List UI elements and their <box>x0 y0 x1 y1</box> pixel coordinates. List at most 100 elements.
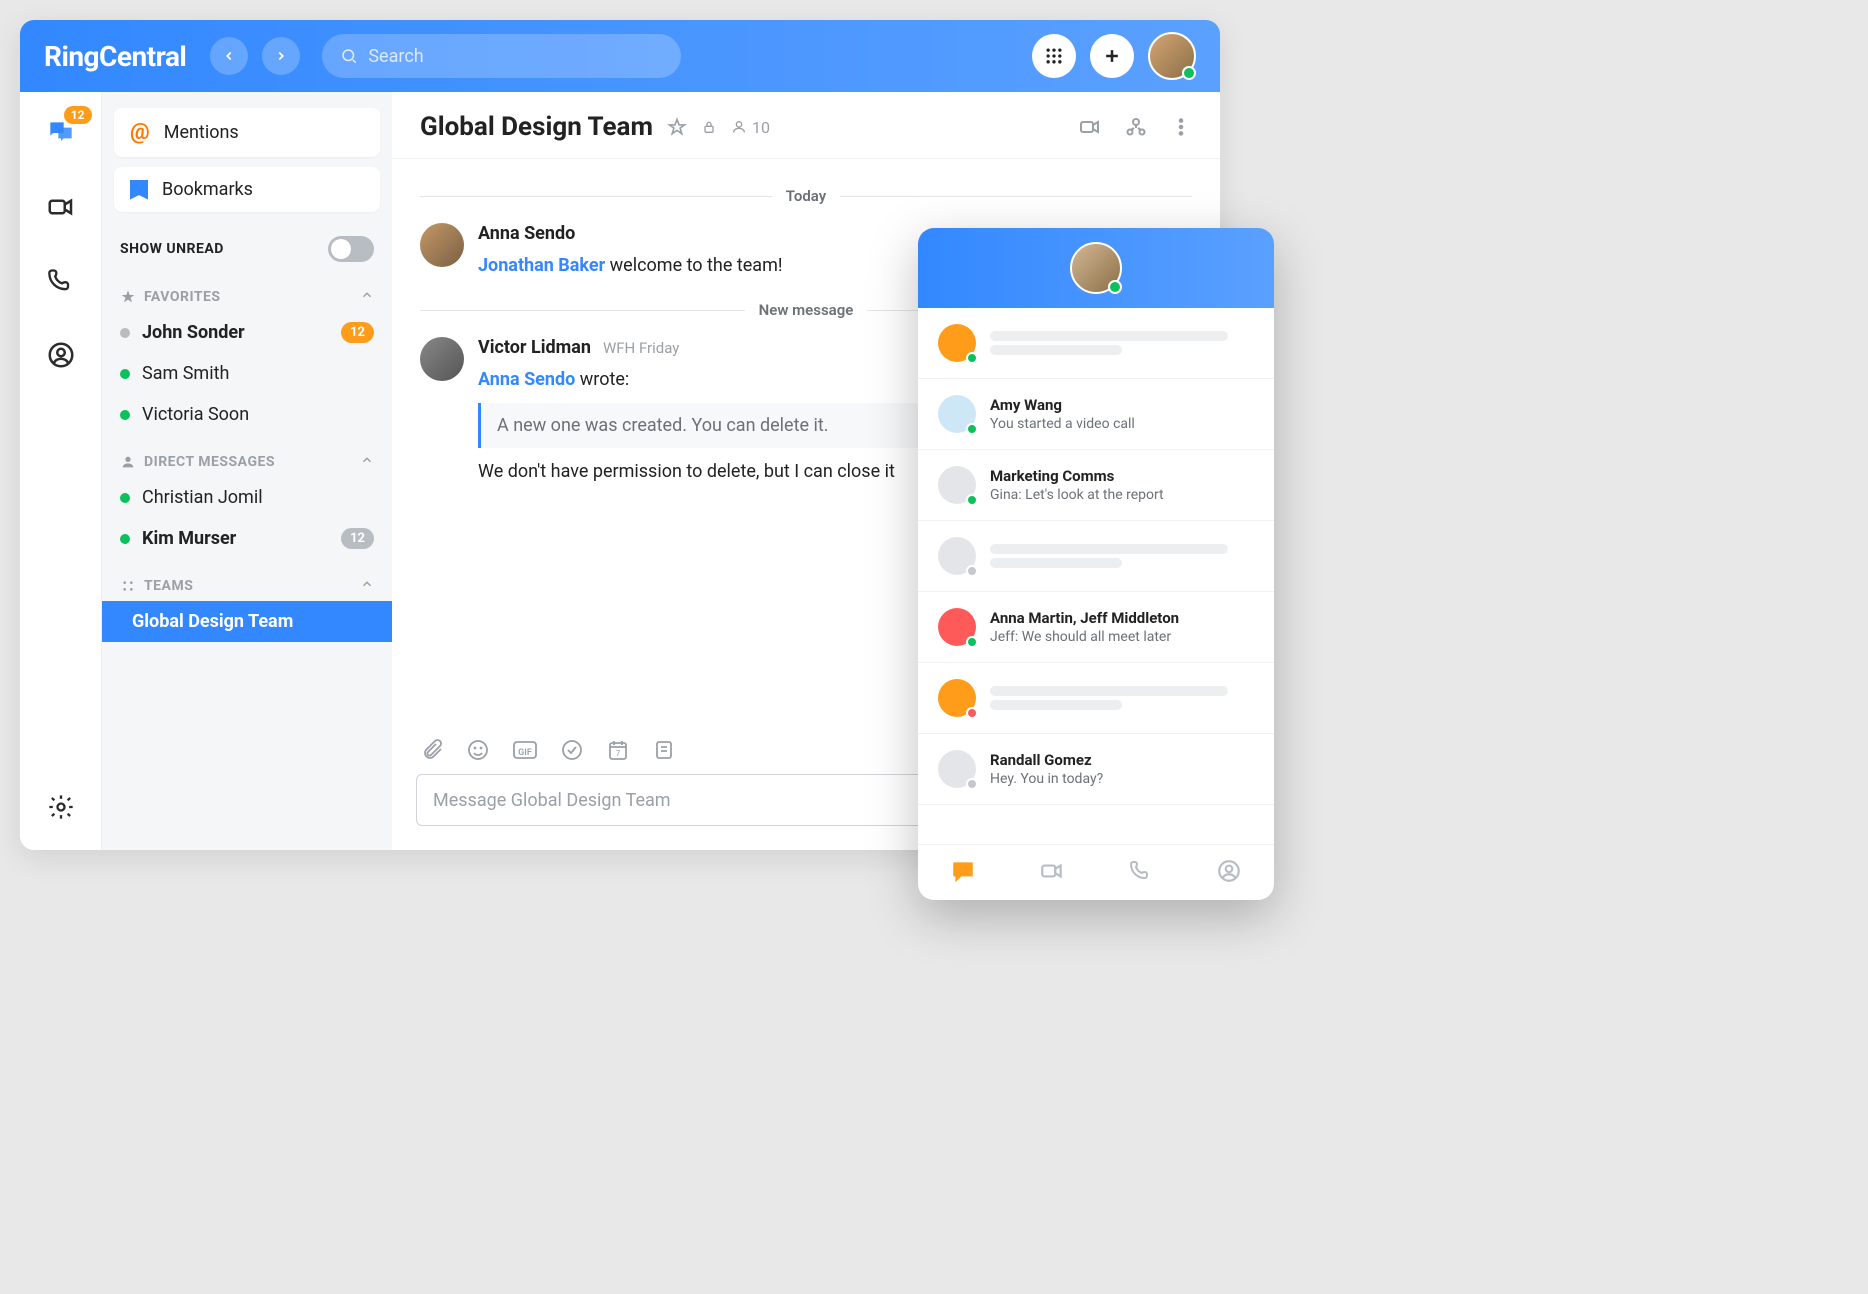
search-bar[interactable] <box>322 34 681 78</box>
rail-settings[interactable] <box>42 788 80 826</box>
mini-conversation[interactable]: Anna Martin, Jeff MiddletonJeff: We shou… <box>918 592 1274 663</box>
mini-avatar <box>938 608 976 646</box>
presence-dot <box>120 410 130 420</box>
dms-header: DIRECT MESSAGES <box>144 454 275 470</box>
profile-avatar[interactable] <box>1148 32 1196 80</box>
user-mention[interactable]: Jonathan Baker <box>478 255 605 276</box>
rail-contacts[interactable] <box>42 336 80 374</box>
person-icon <box>120 454 136 470</box>
message-avatar[interactable] <box>420 337 464 381</box>
mini-body <box>990 682 1254 714</box>
favorite-star[interactable] <box>667 117 687 137</box>
rail-messages[interactable]: 12 <box>42 114 80 152</box>
user-mention[interactable]: Anna Sendo <box>478 369 575 390</box>
favorites-collapse[interactable] <box>360 288 374 306</box>
sidebar-bookmarks[interactable]: Bookmarks <box>114 167 380 212</box>
attach-icon[interactable] <box>420 738 444 762</box>
mini-body: Amy WangYou started a video call <box>990 396 1254 432</box>
dialpad-button[interactable] <box>1032 34 1076 78</box>
mini-header <box>918 228 1274 308</box>
mini-list[interactable]: Amy WangYou started a video call Marketin… <box>918 308 1274 844</box>
mini-conversation[interactable]: Amy WangYou started a video call <box>918 379 1274 450</box>
back-button[interactable] <box>210 37 248 75</box>
presence-dot <box>966 778 978 790</box>
mini-body <box>990 327 1254 359</box>
sidebar-item-label: Global Design Team <box>132 611 293 632</box>
mini-tab-phone[interactable] <box>1129 859 1153 887</box>
teams-collapse[interactable] <box>360 577 374 595</box>
chevron-left-icon <box>222 49 236 63</box>
mini-avatar <box>938 466 976 504</box>
dms-collapse[interactable] <box>360 453 374 471</box>
sidebar-item[interactable]: Christian Jomil <box>114 477 380 518</box>
sidebar-item[interactable]: Global Design Team <box>102 601 392 642</box>
emoji-icon[interactable] <box>466 738 490 762</box>
phone-icon <box>47 267 75 295</box>
teams-header: TEAMS <box>144 578 193 594</box>
mini-conversation[interactable] <box>918 521 1274 592</box>
note-icon[interactable] <box>652 738 676 762</box>
mini-body: Marketing CommsGina: Let's look at the r… <box>990 467 1254 503</box>
new-button[interactable] <box>1090 34 1134 78</box>
rail-phone[interactable] <box>42 262 80 300</box>
mini-tab-chat[interactable] <box>950 858 976 888</box>
calendar-icon[interactable]: 7 <box>606 738 630 762</box>
task-icon[interactable] <box>560 738 584 762</box>
favorites-header: FAVORITES <box>144 289 221 305</box>
show-unread-label: SHOW UNREAD <box>120 241 224 257</box>
sidebar-item-label: Christian Jomil <box>142 487 263 508</box>
search-icon <box>340 47 358 65</box>
mini-avatar <box>938 750 976 788</box>
sidebar-item[interactable]: John Sonder12 <box>114 312 380 353</box>
team-icon <box>120 578 136 594</box>
gif-icon[interactable]: GIF <box>512 738 538 762</box>
mini-conversation[interactable]: Randall GomezHey. You in today? <box>918 734 1274 805</box>
presence-dot <box>966 636 978 648</box>
presence-indicator <box>1182 66 1196 80</box>
sidebar-item-label: Kim Murser <box>142 528 236 549</box>
member-count[interactable]: 10 <box>731 118 770 137</box>
mini-tab-contacts[interactable] <box>1216 858 1242 888</box>
bookmark-icon <box>130 180 148 200</box>
chevron-up-icon <box>360 288 374 302</box>
gear-icon <box>47 793 75 821</box>
search-input[interactable] <box>368 46 663 67</box>
message-avatar[interactable] <box>420 223 464 267</box>
mini-footer <box>918 844 1274 900</box>
sidebar-mentions[interactable]: @ Mentions <box>114 108 380 157</box>
header: RingCentral <box>20 20 1220 92</box>
bookmarks-label: Bookmarks <box>162 179 253 200</box>
show-unread-toggle[interactable] <box>328 236 374 262</box>
mini-conversation[interactable]: Marketing CommsGina: Let's look at the r… <box>918 450 1274 521</box>
mini-subtitle: Hey. You in today? <box>990 771 1254 787</box>
sidebar-item[interactable]: Victoria Soon <box>114 394 380 435</box>
favorites-list: John Sonder12 Sam Smith Victoria Soon <box>114 312 380 435</box>
presence-indicator <box>1108 280 1122 294</box>
chat-icon <box>950 858 976 884</box>
left-rail: 12 <box>20 92 102 850</box>
mentions-label: Mentions <box>164 122 239 143</box>
mini-conversation[interactable] <box>918 663 1274 734</box>
start-video-icon[interactable] <box>1078 115 1102 139</box>
sidebar-item-label: Victoria Soon <box>142 404 249 425</box>
svg-text:GIF: GIF <box>518 748 532 758</box>
sidebar-item[interactable]: Sam Smith <box>114 353 380 394</box>
mini-conversation[interactable] <box>918 308 1274 379</box>
mini-name: Marketing Comms <box>990 467 1254 485</box>
members-icon[interactable] <box>1124 115 1148 139</box>
teams-list: Global Design Team <box>114 601 380 642</box>
forward-button[interactable] <box>262 37 300 75</box>
more-icon[interactable] <box>1170 116 1192 138</box>
mini-body <box>990 540 1254 572</box>
mini-name: Amy Wang <box>990 396 1254 414</box>
video-icon <box>1039 858 1065 884</box>
mini-tab-video[interactable] <box>1039 858 1065 888</box>
sidebar-item-label: John Sonder <box>142 322 245 343</box>
sidebar-item-label: Sam Smith <box>142 363 229 384</box>
mini-avatar[interactable] <box>1070 242 1122 294</box>
presence-dot <box>120 328 130 338</box>
phone-icon <box>1129 859 1153 883</box>
presence-dot <box>120 369 130 379</box>
sidebar-item[interactable]: Kim Murser12 <box>114 518 380 559</box>
rail-video[interactable] <box>42 188 80 226</box>
